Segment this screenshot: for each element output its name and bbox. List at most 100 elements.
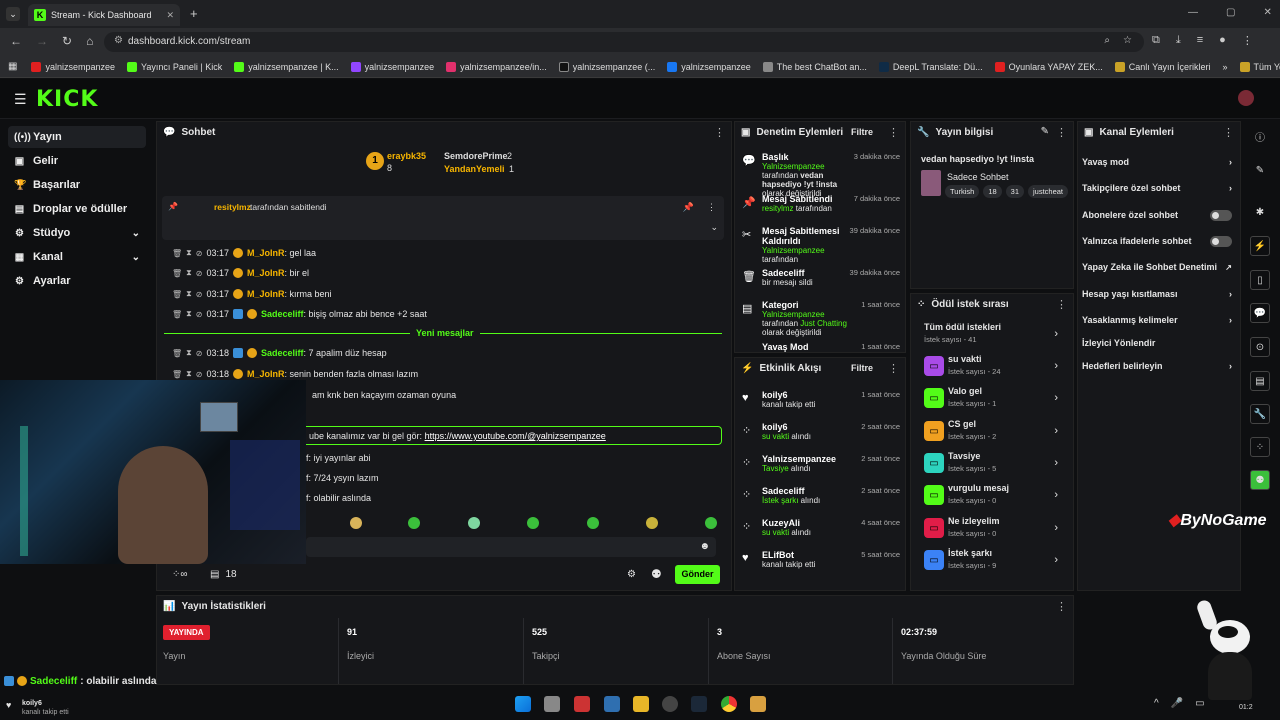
delete-icon[interactable]: 🗑 xyxy=(172,290,182,299)
info-icon[interactable]: ⓘ xyxy=(1250,126,1270,146)
expand-chevron-icon[interactable]: ⌄ xyxy=(710,222,718,233)
home-icon[interactable]: ⌂ xyxy=(86,34,93,48)
windows-start-icon[interactable] xyxy=(515,696,531,712)
bot-icon[interactable]: ⚉ xyxy=(1250,470,1270,490)
delete-icon[interactable]: 🗑 xyxy=(172,349,182,358)
mic-icon[interactable]: 🎤 xyxy=(1171,698,1183,709)
message-user[interactable]: M_JoInR xyxy=(247,268,285,278)
emote-icon[interactable] xyxy=(468,517,480,529)
sidebar-item-yayin[interactable]: ((•)) Yayın xyxy=(8,126,146,148)
delete-icon[interactable]: 🗑 xyxy=(172,269,182,278)
more-options-icon[interactable]: ⋮ xyxy=(714,126,725,139)
bookmark[interactable]: The best ChatBot an... xyxy=(762,61,867,72)
pencil-icon[interactable]: ✎ xyxy=(1250,160,1270,180)
layout-icon[interactable]: ▤ xyxy=(1250,371,1270,391)
unpin-icon[interactable]: 📌 xyxy=(683,202,694,213)
chat-message[interactable]: 🗑 ⧗ ⊘ 03:17 M_JoInR: bir el xyxy=(172,268,309,278)
filter-button[interactable]: Filtre xyxy=(851,363,873,373)
emote-icon[interactable] xyxy=(646,517,658,529)
download-icon[interactable]: ⤓ xyxy=(1176,34,1181,47)
reward-item[interactable]: ▭ CS gel İstek sayısı - 2 › xyxy=(922,419,1062,445)
moderation-item[interactable]: Yavaş Mod 1 saat önce xyxy=(738,342,904,352)
top-gifter-name[interactable]: YandanYemeli xyxy=(444,164,505,174)
channel-action-banned-words[interactable]: Yasaklanmış kelimeler › xyxy=(1082,311,1232,329)
activity-item[interactable]: ⁘ koily6 su vakti alındı 2 saat önce xyxy=(738,422,904,448)
tag-chip[interactable]: 18 xyxy=(983,185,1002,198)
tag-chip[interactable]: justcheat xyxy=(1028,185,1069,198)
menu-icon[interactable]: ⋮ xyxy=(1242,34,1253,47)
timeout-icon[interactable]: ⧗ xyxy=(186,268,192,278)
bookmark-star-icon[interactable]: ☆ xyxy=(1123,35,1132,46)
chat-message[interactable]: 🗑 ⧗ ⊘ 03:17 M_JoInR: kırma beni xyxy=(172,289,332,299)
app-icon[interactable] xyxy=(750,696,766,712)
ban-icon[interactable]: ⊘ xyxy=(196,249,203,258)
ban-icon[interactable]: ⊘ xyxy=(196,290,203,299)
channel-action-followers-only[interactable]: Takipçilere özel sohbet › xyxy=(1082,179,1232,197)
moderation-item[interactable]: 🗑 Sadeceliff bir mesajı sildi 39 dakika ö… xyxy=(738,268,904,294)
channel-action-account-age[interactable]: Hesap yaşı kısıtlaması › xyxy=(1082,285,1232,303)
browser-tab[interactable]: K Stream - Kick Dashboard ✕ xyxy=(28,4,180,26)
delete-icon[interactable]: 🗑 xyxy=(172,370,182,379)
sidebar-item-basarilar[interactable]: 🏆 Başarılar xyxy=(8,174,146,196)
bookmark[interactable]: yalnizsempanzee xyxy=(350,61,434,72)
bookmark[interactable]: yalnizsempanzee (... xyxy=(558,61,655,72)
zoom-icon[interactable]: ⌕ xyxy=(1104,35,1110,46)
bookmark[interactable]: yalnizsempanzee | K... xyxy=(234,61,339,72)
maximize-icon[interactable]: ▢ xyxy=(1226,7,1235,18)
timeout-icon[interactable]: ⧗ xyxy=(186,309,192,319)
chat-bubble-icon[interactable]: 💬 xyxy=(1250,303,1270,323)
moderation-item[interactable]: 💬 Başlık Yalnizsempanzee tarafından vedan… xyxy=(738,152,904,198)
timeout-icon[interactable]: ⧗ xyxy=(186,248,192,258)
tray-chevron-icon[interactable]: ^ xyxy=(1154,698,1159,709)
highlighted-message[interactable]: ube kanalımız var bi gel gör: https://ww… xyxy=(300,426,722,445)
emote-icon[interactable] xyxy=(408,517,420,529)
reload-icon[interactable]: ↻ xyxy=(62,34,72,48)
reward-icon[interactable]: ⁘ xyxy=(1250,437,1270,457)
sidebar-item-droplar[interactable]: ▤ Droplar ve ödüller xyxy=(8,198,146,220)
emotes-only-toggle[interactable] xyxy=(1210,235,1232,247)
tag-chip[interactable]: Turkish xyxy=(945,185,980,198)
back-icon[interactable]: ← xyxy=(10,34,22,48)
all-bookmarks[interactable]: Tüm Yer İşaretleri xyxy=(1239,61,1280,72)
message-user[interactable]: M_JoInR xyxy=(247,369,285,379)
delete-icon[interactable]: 🗑 xyxy=(172,249,182,258)
timeout-icon[interactable]: ⧗ xyxy=(186,369,192,379)
file-explorer-icon[interactable] xyxy=(633,696,649,712)
ban-icon[interactable]: ⊘ xyxy=(196,349,203,358)
sidebar-item-studyo[interactable]: ⚙ Stüdyo ⌄ xyxy=(8,222,146,244)
more-options-icon[interactable]: ⋮ xyxy=(1056,126,1067,139)
avatar[interactable] xyxy=(1238,90,1254,106)
chat-message[interactable]: 🗑 ⧗ ⊘ 03:18 M_JoInR: senin benden fazla olma… xyxy=(172,369,418,379)
bookmark[interactable]: yalnizsempanzee/in... xyxy=(446,61,547,72)
message-user[interactable]: M_JoInR xyxy=(247,289,285,299)
apps-grid-icon[interactable]: ▦ xyxy=(8,61,17,72)
send-button[interactable]: Gönder xyxy=(675,565,720,584)
emote-icon[interactable] xyxy=(527,517,539,529)
bookmark[interactable]: DeepL Translate: Dü... xyxy=(878,61,983,72)
app-icon[interactable] xyxy=(574,696,590,712)
bookmark[interactable]: Oyunlara YAPAY ZEK... xyxy=(994,61,1103,72)
bug-icon[interactable]: ✱ xyxy=(1250,202,1270,222)
reward-item[interactable]: ▭ Tavsiye İstek sayısı - 5 › xyxy=(922,451,1062,477)
edit-icon[interactable]: ✎ xyxy=(1041,126,1049,137)
bookmark[interactable]: Canlı Yayın İçerikleri xyxy=(1114,61,1211,72)
monitor-icon[interactable]: ▭ xyxy=(1195,698,1204,709)
more-bookmarks-icon[interactable]: » xyxy=(1223,62,1228,72)
message-user[interactable]: Sadeceliff xyxy=(261,348,304,358)
sidebar-item-ayarlar[interactable]: ⚙ Ayarlar xyxy=(8,270,146,292)
chat-input[interactable]: ☻ xyxy=(306,537,716,557)
emoji-picker-icon[interactable]: ☻ xyxy=(699,541,710,552)
lightning-icon[interactable]: ⚡ xyxy=(1250,236,1270,256)
more-options-icon[interactable]: ⋮ xyxy=(1056,600,1067,613)
bot-icon[interactable]: ⚉ xyxy=(651,567,662,581)
more-options-icon[interactable]: ⋮ xyxy=(888,362,899,375)
category-name[interactable]: Sadece Sohbet xyxy=(947,172,1009,182)
profile-icon[interactable]: ● xyxy=(1219,34,1226,47)
extensions-icon[interactable]: ⧉ xyxy=(1152,34,1160,47)
timeout-icon[interactable]: ⧗ xyxy=(186,348,192,358)
chat-settings-icon[interactable]: ⚙ xyxy=(627,569,636,580)
message-link[interactable]: https://www.youtube.com/@yalnizsempanzee xyxy=(425,431,606,441)
minimize-icon[interactable]: — xyxy=(1188,7,1198,18)
moderation-item[interactable]: ▤ Kategori Yalnizsempanzee tarafından Jus… xyxy=(738,300,904,337)
top-gifter-name[interactable]: SemdorePrime xyxy=(444,151,508,161)
